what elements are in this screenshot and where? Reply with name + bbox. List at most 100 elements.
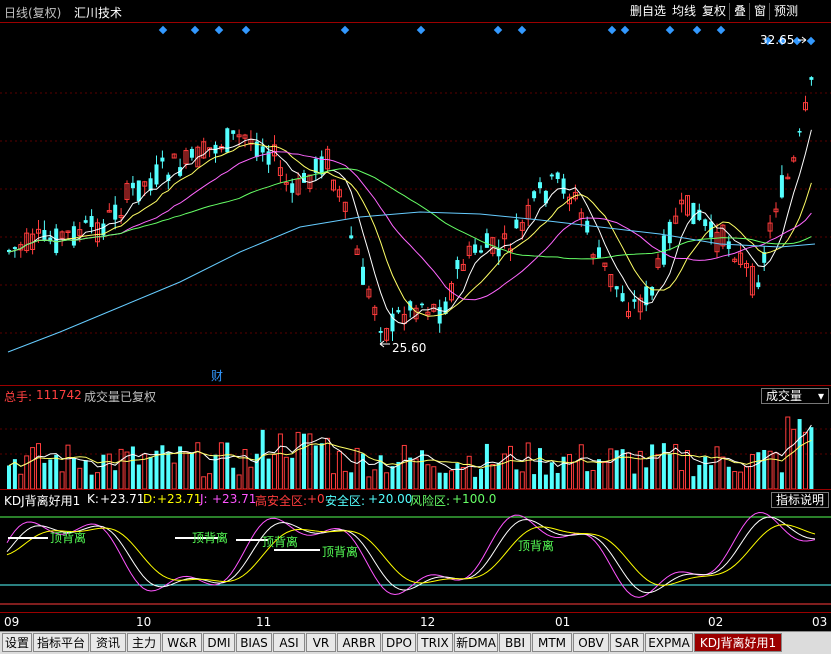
kdj-chart[interactable]: 顶背离 顶背离 顶背离 顶背离 顶背离 <box>0 508 831 612</box>
tab-indicator[interactable]: TRIX <box>417 633 453 652</box>
volume-bar <box>762 449 767 489</box>
volume-selector[interactable]: 成交量 ▾ <box>761 388 829 404</box>
volume-bar <box>71 458 76 489</box>
volume-bar <box>24 455 30 489</box>
tab-indicator[interactable]: 新DMA <box>454 633 498 652</box>
candle-body <box>12 247 17 249</box>
tab-indicator-platform[interactable]: 指标平台 <box>33 633 89 652</box>
volume-bar <box>519 471 525 489</box>
volume-bar <box>673 443 679 489</box>
overlay-button[interactable]: 叠 <box>731 3 751 20</box>
volume-bar <box>685 450 690 489</box>
tab-settings[interactable]: 设置 <box>2 633 32 652</box>
volume-bar <box>449 470 454 489</box>
volume-bar <box>691 476 696 489</box>
volume-bar <box>644 467 649 489</box>
finance-marker[interactable]: 财 <box>211 369 223 383</box>
volume-bar <box>785 416 791 489</box>
remove-watchlist-button[interactable]: 删自选 <box>627 3 671 20</box>
volume-bar <box>590 469 596 489</box>
volume-bar <box>632 473 637 489</box>
volume-bar <box>709 465 714 489</box>
volume-bar <box>154 450 159 489</box>
volume-bar <box>101 454 106 489</box>
tab-indicator[interactable]: DPO <box>382 633 416 652</box>
ma5-line <box>8 129 812 325</box>
tab-indicator[interactable]: KDJ背离好用1 <box>694 633 782 652</box>
d-label: D: <box>143 492 157 506</box>
date-label: 11 <box>256 615 272 629</box>
j-label: J: <box>200 492 208 506</box>
volume-bar <box>183 451 189 489</box>
candle-body <box>420 303 424 306</box>
event-marker-icon <box>158 25 168 35</box>
tab-indicator[interactable]: ARBR <box>337 633 381 652</box>
volume-bar <box>7 465 11 489</box>
volume-bar <box>532 474 537 489</box>
candle-body <box>620 293 625 302</box>
adjust-button[interactable]: 复权 <box>699 3 731 20</box>
tab-indicator[interactable]: DMI <box>203 633 235 652</box>
ma-button[interactable]: 均线 <box>669 3 701 20</box>
volume-bar <box>714 446 720 489</box>
event-marker-icon <box>190 25 200 35</box>
price-annotations: 32.65 25.60 财 <box>211 33 794 383</box>
volume-bar <box>738 471 744 489</box>
volume-bar <box>366 476 372 489</box>
volume-bar <box>697 464 702 489</box>
tab-indicator[interactable]: W&R <box>162 633 202 652</box>
tab-indicator[interactable]: OBV <box>573 633 609 652</box>
divergence-labels: 顶背离 顶背离 顶背离 顶背离 顶背离 <box>50 530 554 559</box>
volume-bar <box>331 473 336 489</box>
volume-bar <box>106 453 112 489</box>
volume-bar <box>113 470 118 489</box>
forecast-button[interactable]: 预测 <box>771 3 802 20</box>
volume-bar <box>77 467 83 489</box>
volume-selector-label: 成交量 <box>766 389 803 403</box>
volume-bar <box>148 456 153 489</box>
high-safe-label: 高安全区: <box>255 494 308 508</box>
date-label: 02 <box>708 615 724 629</box>
divergence-label: 顶背离 <box>50 530 86 545</box>
volume-bar <box>614 450 619 489</box>
tab-indicator[interactable]: MTM <box>532 633 572 652</box>
candle-body <box>378 331 383 333</box>
indicator-tab-bar: 设置 指标平台 资讯 主力 W&R DMI BIAS ASI VR ARBR DPO TRIX 新DMA… <box>0 631 831 654</box>
volume-bar <box>319 443 324 489</box>
j-value: +23.71 <box>212 492 257 506</box>
volume-bar <box>118 448 124 489</box>
volume-bar <box>608 448 614 489</box>
volume-bar <box>791 428 797 489</box>
tab-indicator[interactable]: 资讯 <box>90 633 126 652</box>
period-label: 日线(复权) <box>4 6 62 20</box>
candlestick-chart[interactable]: 32.65 25.60 财 <box>0 22 831 385</box>
indicator-explain-button[interactable]: 指标说明 <box>770 492 829 508</box>
candle-body <box>496 249 501 257</box>
candle-body <box>83 220 88 223</box>
volume-bar <box>130 446 135 489</box>
tab-indicator[interactable]: BBI <box>499 633 531 652</box>
tab-indicator[interactable]: BIAS <box>236 633 272 652</box>
date-label: 10 <box>136 615 152 629</box>
tab-indicator[interactable]: ASI <box>273 633 305 652</box>
candle-body <box>136 180 141 202</box>
volume-bar <box>384 472 390 489</box>
window-button[interactable]: 窗 <box>751 3 771 20</box>
volume-chart[interactable] <box>0 404 831 489</box>
event-marker-icon <box>517 25 527 35</box>
tab-indicator[interactable]: VR <box>306 633 336 652</box>
volume-bar <box>277 433 283 489</box>
candle-body <box>514 219 519 229</box>
chevron-down-icon: ▾ <box>817 389 824 403</box>
tab-indicator[interactable]: 主力 <box>127 633 161 652</box>
event-markers <box>158 25 816 46</box>
tab-indicator[interactable]: EXPMA <box>645 633 693 652</box>
volume-bar <box>54 454 59 489</box>
candle-body <box>597 247 601 258</box>
candle-body <box>797 131 802 133</box>
k-value: +23.71 <box>100 492 145 506</box>
volume-bar <box>83 460 88 489</box>
tab-indicator[interactable]: SAR <box>610 633 644 652</box>
candle-body <box>632 299 637 302</box>
volume-bar <box>354 447 360 489</box>
